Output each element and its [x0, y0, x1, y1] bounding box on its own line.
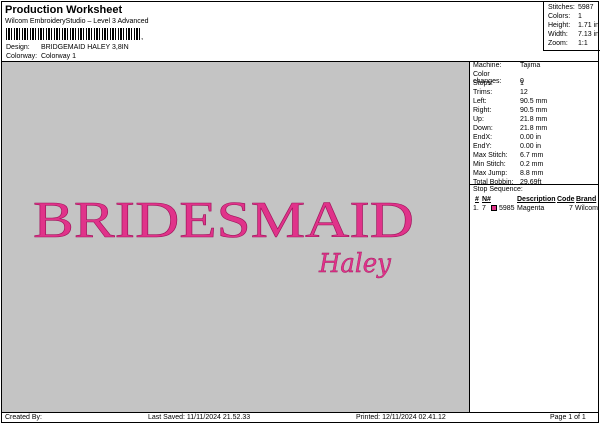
- info-label: Machine:: [473, 62, 502, 69]
- info-label: Trims:: [473, 89, 493, 96]
- barcode: [6, 28, 140, 40]
- width-label: Width:: [548, 31, 568, 38]
- worksheet-title: Production Worksheet: [5, 4, 123, 16]
- info-label: Down:: [473, 125, 493, 132]
- info-value: 12: [520, 89, 528, 96]
- stop-description: Magenta: [517, 205, 545, 212]
- info-label: Max Jump:: [473, 170, 508, 177]
- barcode-suffix: ,: [141, 32, 144, 41]
- info-row: Right: 90.5 mm: [473, 107, 597, 114]
- design-label: Design:: [6, 44, 30, 51]
- colors-label: Colors:: [548, 13, 571, 20]
- created-by: Created By:: [5, 414, 42, 421]
- stop-needle: 7: [482, 205, 486, 212]
- info-row: Max Stitch: 6.7 mm: [473, 152, 597, 159]
- info-row: Stops: 1: [473, 80, 597, 87]
- info-row: Min Stitch: 0.2 mm: [473, 161, 597, 168]
- stop-num: 1.: [473, 205, 479, 212]
- info-label: Stops:: [473, 80, 493, 87]
- info-value: Tajima: [520, 62, 541, 69]
- col-brand-header: Brand: [576, 196, 597, 203]
- col-num-header: #: [475, 196, 479, 203]
- info-row: Trims: 12: [473, 89, 597, 96]
- zoom-value: 1:1: [578, 40, 588, 47]
- col-n-header: N#: [482, 196, 491, 203]
- info-value: 0.00 in: [520, 134, 542, 141]
- zoom-row: Zoom: 1:1: [548, 40, 600, 47]
- info-row: Up: 21.8 mm: [473, 116, 597, 123]
- stop-sequence-divider: [469, 184, 598, 185]
- colorway-row: Colorway: Colorway 1: [6, 53, 76, 60]
- width-value: 7.13 in: [578, 31, 600, 38]
- printed-date: Printed: 12/11/2024 02.41.12: [356, 414, 446, 421]
- haley-script-text: Haley: [318, 249, 391, 279]
- info-value: 6.7 mm: [520, 152, 544, 159]
- design-row: Design: BRIDGEMAID HALEY 3,8IN: [6, 44, 129, 51]
- colorway-label: Colorway:: [6, 53, 38, 60]
- stitches-row: Stitches: 5987: [548, 4, 600, 11]
- info-label: Left:: [473, 98, 487, 105]
- info-value: 1: [520, 80, 524, 87]
- last-saved: Last Saved: 11/11/2024 21.52.33: [148, 414, 251, 421]
- production-worksheet: Production Worksheet Wilcom EmbroiderySt…: [1, 1, 600, 423]
- info-value: 21.8 mm: [520, 125, 548, 132]
- colors-row: Colors: 1: [548, 13, 600, 20]
- design-preview-canvas: BRIDESMAID Haley: [33, 192, 415, 280]
- stop-code: 7: [569, 205, 573, 212]
- height-label: Height:: [548, 22, 571, 29]
- design-value: BRIDGEMAID HALEY 3,8IN: [40, 44, 129, 51]
- info-label: Max Stitch:: [473, 152, 508, 159]
- stop-brand: Wilcom: [575, 205, 598, 212]
- info-value: 90.5 mm: [520, 98, 548, 105]
- col-code-header: Code: [557, 196, 575, 203]
- info-row: Left: 90.5 mm: [473, 98, 597, 105]
- software-subtitle: Wilcom EmbroideryStudio – Level 3 Advanc…: [5, 18, 149, 25]
- zoom-label: Zoom:: [548, 40, 568, 47]
- stop-stitches: 5985: [499, 205, 515, 212]
- info-value: 0.00 in: [520, 143, 542, 150]
- color-swatch-icon: [491, 205, 497, 212]
- info-row: Down: 21.8 mm: [473, 125, 597, 132]
- col-description-header: Description: [517, 196, 556, 203]
- height-row: Height: 1.71 in: [548, 22, 600, 29]
- footer-divider: [2, 412, 598, 413]
- colorway-value: Colorway 1: [40, 53, 76, 60]
- stitches-label: Stitches:: [548, 4, 575, 11]
- panel-divider: [469, 62, 470, 412]
- info-label: Min Stitch:: [473, 161, 506, 168]
- page-number: Page 1 of 1: [550, 414, 586, 421]
- info-value: 21.8 mm: [520, 116, 548, 123]
- colors-value: 1: [578, 13, 582, 20]
- info-label: EndX:: [473, 134, 493, 141]
- info-value: 8.8 mm: [520, 170, 544, 177]
- width-row: Width: 7.13 in: [548, 31, 600, 38]
- info-row: Max Jump: 8.8 mm: [473, 170, 597, 177]
- info-value: 90.5 mm: [520, 107, 548, 114]
- info-row: EndY: 0.00 in: [473, 143, 597, 150]
- info-label: Right:: [473, 107, 492, 114]
- info-row: Machine: Tajima: [473, 62, 597, 69]
- info-label: Up:: [473, 116, 484, 123]
- info-value: 0.2 mm: [520, 161, 544, 168]
- bridesmaid-text: BRIDESMAID: [33, 192, 414, 249]
- design-preview: BRIDESMAID Haley: [2, 62, 469, 412]
- stop-sequence-title: Stop Sequence:: [473, 186, 523, 193]
- height-value: 1.71 in: [578, 22, 600, 29]
- info-row: EndX: 0.00 in: [473, 134, 597, 141]
- design-stats-box: Stitches: 5987 Colors: 1 Height: 1.71 in Wi…: [543, 2, 600, 51]
- info-label: EndY:: [473, 143, 492, 150]
- stitches-value: 5987: [578, 4, 594, 11]
